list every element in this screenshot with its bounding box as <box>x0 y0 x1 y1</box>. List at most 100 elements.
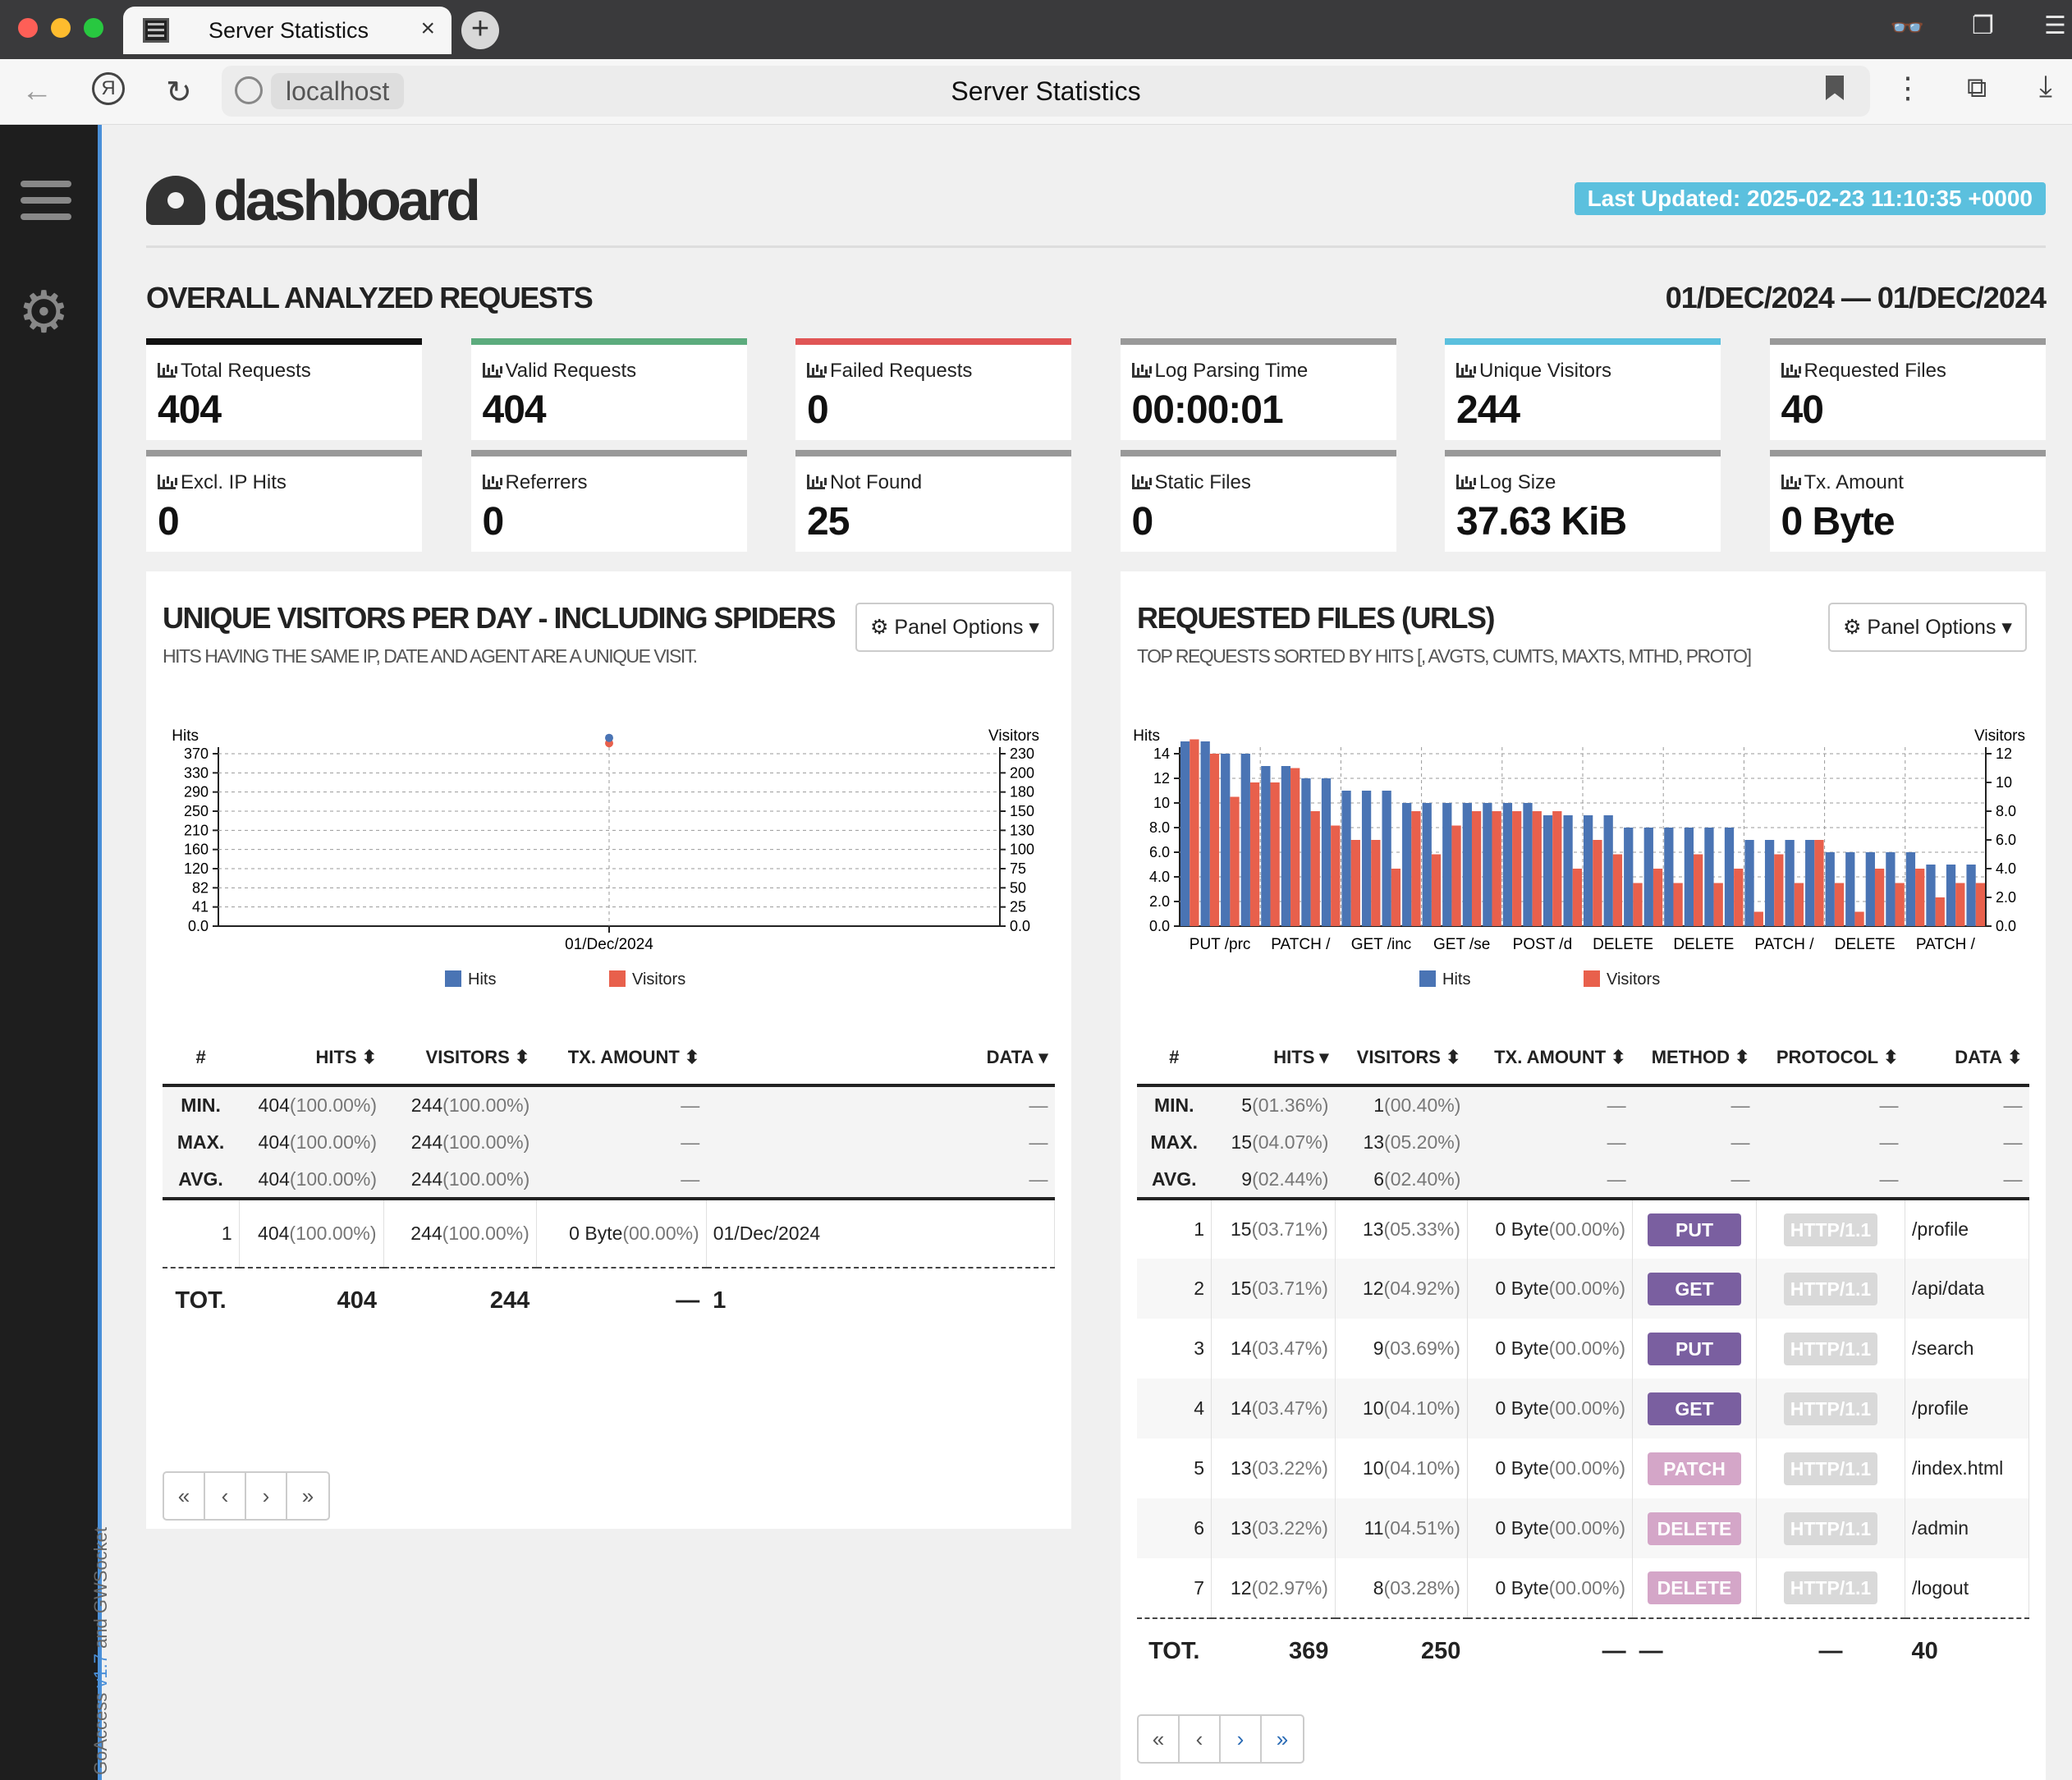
y-left-tick-label: 0.0 <box>1149 918 1170 934</box>
first-page-button[interactable]: « <box>164 1473 205 1519</box>
row-data: /profile <box>1905 1379 2029 1438</box>
caret-down-icon: ▾ <box>1996 616 2012 639</box>
hits-value: 404 <box>258 1223 290 1244</box>
column-header[interactable]: HITS ⬍ <box>239 1031 384 1087</box>
row-hits: 12(02.97%) <box>1211 1558 1336 1618</box>
row-hits: 15(03.71%) <box>1211 1197 1336 1259</box>
more-options-icon[interactable]: ⋮ <box>1893 71 1923 105</box>
bar-chart-icon <box>1781 363 1799 378</box>
visitors-bar <box>1190 739 1199 926</box>
column-header[interactable]: TX. AMOUNT ⬍ <box>536 1031 707 1087</box>
y-left-tick-label: 41 <box>192 899 209 915</box>
visitors-bar <box>1915 869 1925 926</box>
protocol-badge: HTTP/1.1 <box>1784 1272 1877 1305</box>
prev-page-button[interactable]: ‹ <box>205 1473 246 1519</box>
hits-bar <box>1684 828 1694 926</box>
panel-title: UNIQUE VISITORS PER DAY - INCLUDING SPID… <box>163 601 837 635</box>
stat-card-label: Failed Requests <box>807 360 972 383</box>
stat-card-label: Requested Files <box>1781 360 1946 383</box>
back-arrow-icon[interactable]: ← <box>21 74 53 109</box>
column-header-label: DATA <box>986 1047 1034 1067</box>
download-icon[interactable]: ⤓ <box>2039 69 2052 104</box>
hits-bar <box>1946 865 1956 926</box>
close-window-button[interactable] <box>18 18 38 38</box>
first-page-button[interactable]: « <box>1139 1716 1180 1762</box>
table-row[interactable]: 1 15(03.71%) 13(05.33%) 0 Byte(00.00%) PUT HT… <box>1137 1197 2029 1259</box>
row-visitors: 13(05.33%) <box>1335 1197 1468 1259</box>
y-left-axis-label: Hits <box>1133 727 1160 745</box>
table-row[interactable]: 7 12(02.97%) 8(03.28%) 0 Byte(00.00%) DELETE… <box>1137 1558 2029 1618</box>
minimize-window-button[interactable] <box>51 18 71 38</box>
last-page-button[interactable]: » <box>1262 1716 1303 1762</box>
reload-icon[interactable]: ↻ <box>166 74 192 111</box>
column-header[interactable]: PROTOCOL ⬍ <box>1756 1031 1905 1087</box>
column-header[interactable]: VISITORS ⬍ <box>1335 1031 1468 1087</box>
menu-icon[interactable]: ☰ <box>2044 11 2066 40</box>
x-tick-label: PATCH / <box>1271 936 1331 953</box>
tabs-icon[interactable]: ❐ <box>1972 11 1994 40</box>
hits-bar <box>1483 803 1492 926</box>
visitors-value: 10 <box>1362 1457 1384 1479</box>
row-tx: 0 Byte(00.00%) <box>1467 1558 1634 1618</box>
x-tick-label: GET /inc <box>1351 936 1412 953</box>
last-page-button[interactable]: » <box>287 1473 328 1519</box>
hits-bar <box>1905 852 1916 926</box>
browser-tab[interactable]: Server Statistics × <box>123 7 452 54</box>
requested-files-panel: REQUESTED FILES (URLS) TOP REQUESTS SORT… <box>1121 571 2046 1780</box>
new-tab-button[interactable]: + <box>461 11 499 49</box>
tx-pct: (00.00%) <box>1548 1337 1626 1359</box>
hits-bar <box>1886 852 1896 926</box>
column-header[interactable]: HITS ▾ <box>1211 1031 1336 1087</box>
url-text[interactable]: localhost <box>271 73 405 109</box>
y-left-tick-label: 160 <box>184 842 209 858</box>
column-header[interactable]: METHOD ⬍ <box>1632 1031 1757 1087</box>
sort-icon: ⬍ <box>514 1047 530 1067</box>
stat-card-label-text: Log Parsing Time <box>1154 360 1309 382</box>
hits-bar <box>1382 791 1391 926</box>
legend-visitors: Visitors <box>1584 970 1660 989</box>
table-row[interactable]: 2 15(03.71%) 12(04.92%) 0 Byte(00.00%) GET HT… <box>1137 1259 2029 1319</box>
settings-gear-icon[interactable]: ⚙ <box>18 283 70 341</box>
visitors-bar <box>1270 782 1280 926</box>
panel-options-button[interactable]: ⚙ Panel Options ▾ <box>855 603 1054 652</box>
legend-visitors-swatch <box>1584 970 1600 987</box>
table-row[interactable]: 4 14(03.47%) 10(04.10%) 0 Byte(00.00%) GET HT… <box>1137 1379 2029 1438</box>
table-row[interactable]: 1 404(100.00%) 244(100.00%) 0 Byte(00.00%) 0… <box>163 1197 1056 1268</box>
stat-card: Not Found 25 <box>795 450 1071 552</box>
tab-close-icon[interactable]: × <box>420 15 435 43</box>
method-badge: DELETE <box>1648 1512 1742 1545</box>
hamburger-menu-icon[interactable] <box>21 181 71 187</box>
hits-bar <box>1825 852 1835 926</box>
credit-version-link[interactable]: v1.7 <box>90 1654 111 1688</box>
row-method: PATCH <box>1632 1438 1757 1498</box>
bar-chart-icon <box>158 475 176 489</box>
address-bar[interactable]: Server Statistics localhost <box>222 66 1870 117</box>
yandex-icon[interactable]: Я <box>92 72 125 105</box>
tab-title: Server Statistics <box>209 18 369 43</box>
protocol-badge: HTTP/1.1 <box>1784 1512 1877 1545</box>
column-header[interactable]: DATA ▾ <box>706 1031 1055 1087</box>
column-header[interactable]: VISITORS ⬍ <box>383 1031 537 1087</box>
visitors-bar <box>1975 883 1985 926</box>
incognito-glasses-icon[interactable]: 👓 <box>1890 11 1924 44</box>
maximize-window-button[interactable] <box>84 18 103 38</box>
next-page-button[interactable]: › <box>1221 1716 1262 1762</box>
column-header[interactable]: DATA ⬍ <box>1905 1031 2029 1087</box>
column-header[interactable]: TX. AMOUNT ⬍ <box>1467 1031 1633 1087</box>
stat-card: Tx. Amount 0 Byte <box>1769 450 2046 552</box>
stat-protocol: — <box>1756 1085 1905 1123</box>
next-page-button[interactable]: › <box>246 1473 287 1519</box>
sidebar: ⚙ GoAccess v1.7 and GWSocket <box>0 125 111 1780</box>
protocol-badge: HTTP/1.1 <box>1784 1571 1877 1604</box>
column-header-label: DATA <box>1955 1047 2003 1067</box>
stat-visitors: 1(00.40%) <box>1335 1085 1468 1123</box>
panel-options-button[interactable]: ⚙ Panel Options ▾ <box>1828 603 2027 652</box>
stat-card-label-text: Referrers <box>505 471 588 493</box>
table-row[interactable]: 3 14(03.47%) 9(03.69%) 0 Byte(00.00%) PUT HTT… <box>1137 1319 2029 1379</box>
table-row[interactable]: 5 13(03.22%) 10(04.10%) 0 Byte(00.00%) PATCH… <box>1137 1438 2029 1498</box>
table-row[interactable]: 6 13(03.22%) 11(04.51%) 0 Byte(00.00%) DELET… <box>1137 1498 2029 1558</box>
collections-icon[interactable]: ⧉ <box>1967 72 1987 104</box>
prev-page-button[interactable]: ‹ <box>1180 1716 1221 1762</box>
row-number: 2 <box>1137 1259 1212 1319</box>
total-visitors: 250 <box>1335 1617 1468 1684</box>
